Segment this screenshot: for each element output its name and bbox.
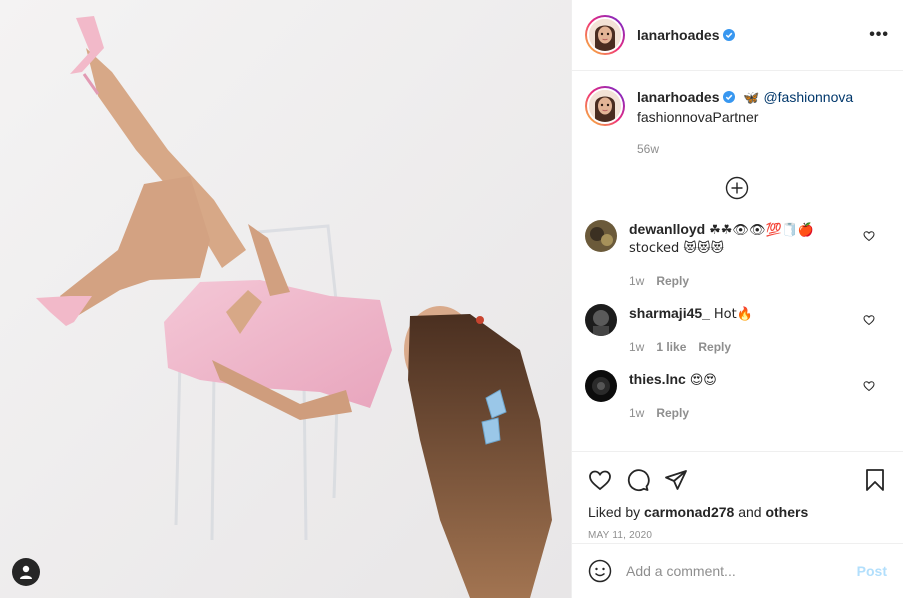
author-avatar-image — [589, 19, 621, 51]
post-sidebar: lanarhoades ••• lanarhoades 🦋 @fashionno… — [571, 0, 903, 598]
share-paper-plane-icon[interactable] — [664, 468, 688, 492]
verified-badge-icon — [723, 29, 736, 41]
liked-by-others-link[interactable]: others — [765, 504, 808, 520]
comment-text: 😍😍 — [689, 373, 717, 388]
commenter-username[interactable]: dewanlloyd — [629, 221, 705, 237]
plus-circle-icon — [725, 176, 749, 200]
add-comment-input[interactable] — [626, 563, 857, 579]
emoji-smiley-icon[interactable] — [588, 559, 612, 583]
comment-bubble-icon[interactable] — [626, 468, 650, 492]
comment-composer: Post — [572, 543, 903, 598]
post-photo[interactable] — [0, 0, 571, 598]
like-comment-heart-icon[interactable] — [863, 314, 875, 326]
liked-by-joiner: and — [738, 504, 762, 520]
comment-text: Hot🔥 — [713, 307, 753, 322]
post-header: lanarhoades ••• — [572, 0, 903, 71]
commenter-avatar-image — [585, 304, 617, 336]
commenter-avatar[interactable] — [585, 370, 617, 402]
like-comment-heart-icon[interactable] — [863, 380, 875, 392]
commenter-username[interactable]: thies.lnc — [629, 371, 686, 387]
reply-button[interactable]: Reply — [698, 338, 731, 356]
commenter-avatar[interactable] — [585, 304, 617, 336]
photo-illustration — [0, 0, 571, 598]
post-date[interactable]: MAY 11, 2020 — [588, 530, 887, 541]
more-options-button[interactable]: ••• — [869, 26, 889, 44]
author-avatar[interactable] — [585, 15, 625, 55]
reply-button[interactable]: Reply — [656, 272, 689, 290]
post-actions: Liked by carmonad278 and others MAY 11, … — [572, 451, 903, 544]
caption-row: lanarhoades 🦋 @fashionnova fashionnovaPa… — [585, 86, 889, 158]
commenter-avatar[interactable] — [585, 220, 617, 252]
caption-avatar[interactable] — [585, 86, 625, 126]
comment-age[interactable]: 1w — [629, 338, 644, 356]
caption-text: fashionnovaPartner — [637, 109, 759, 125]
comments-list[interactable]: lanarhoades 🦋 @fashionnova fashionnovaPa… — [572, 72, 903, 450]
commenter-username[interactable]: sharmaji45_ — [629, 305, 710, 321]
caption-mention-link[interactable]: @fashionnova — [763, 89, 853, 105]
caption-age[interactable]: 56w — [637, 140, 889, 158]
action-bar — [588, 460, 887, 500]
author-username[interactable]: lanarhoades — [637, 27, 719, 43]
post-comment-button[interactable]: Post — [857, 563, 887, 579]
comment-item: sharmaji45_ Hot🔥 1w 1 like Reply — [585, 304, 889, 356]
like-comment-heart-icon[interactable] — [863, 230, 875, 242]
load-more-comments[interactable] — [585, 176, 889, 200]
comment-age[interactable]: 1w — [629, 404, 644, 422]
like-heart-icon[interactable] — [588, 468, 612, 492]
post-modal: lanarhoades ••• lanarhoades 🦋 @fashionno… — [0, 0, 903, 598]
caption-username[interactable]: lanarhoades — [637, 89, 719, 105]
save-bookmark-icon[interactable] — [863, 468, 887, 492]
commenter-avatar-image — [585, 370, 617, 402]
comment-age[interactable]: 1w — [629, 272, 644, 290]
comment-item: dewanlloyd ☘☘👁👁💯🧻🍎 stocked 😻😻😻 1w Reply — [585, 220, 889, 290]
comment-likes-count[interactable]: 1 like — [656, 338, 686, 356]
user-silhouette-icon — [20, 565, 32, 579]
reply-button[interactable]: Reply — [656, 404, 689, 422]
commenter-avatar-image — [585, 220, 617, 252]
liked-by-user-link[interactable]: carmonad278 — [644, 504, 734, 520]
caption-emoji: 🦋 — [743, 91, 760, 106]
comment-text: ☘☘👁👁💯🧻🍎 — [709, 223, 815, 238]
comment-item: thies.lnc 😍😍 1w Reply — [585, 370, 889, 422]
comment-text-line2: stocked 😻😻😻 — [629, 241, 725, 256]
caption-avatar-image — [589, 90, 621, 122]
liked-by-summary: Liked by carmonad278 and others — [588, 504, 887, 520]
verified-badge-icon — [723, 91, 736, 103]
user-tag-button[interactable] — [12, 558, 40, 586]
liked-by-prefix: Liked by — [588, 504, 641, 520]
